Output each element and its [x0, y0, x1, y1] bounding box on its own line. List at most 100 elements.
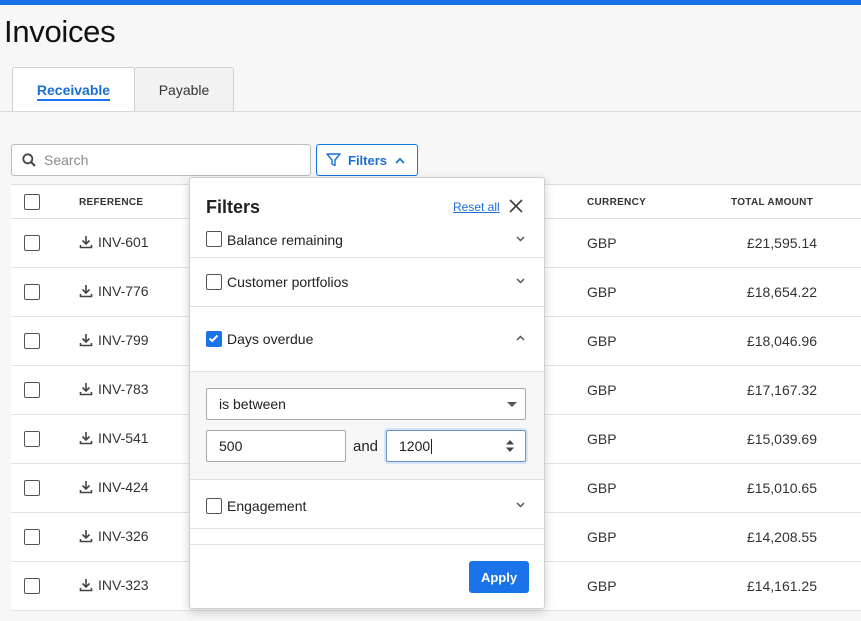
- select-all-checkbox[interactable]: [24, 194, 40, 210]
- invoice-reference: INV-326: [98, 528, 149, 544]
- row-checkbox[interactable]: [24, 431, 40, 447]
- filter-engagement[interactable]: Engagement: [190, 480, 544, 529]
- row-checkbox[interactable]: [24, 480, 40, 496]
- filter-customer-portfolios[interactable]: Customer portfolios: [190, 258, 544, 307]
- chevron-down-icon[interactable]: [516, 278, 525, 284]
- invoice-reference-link[interactable]: INV-326: [79, 528, 149, 544]
- filters-panel: Filters Reset all Balance remaining Cust…: [189, 177, 545, 609]
- invoice-total-amount: £14,161.25: [746, 578, 817, 594]
- days-overdue-operator-select[interactable]: is between: [206, 388, 526, 420]
- tab-receivable-label: Receivable: [36, 82, 111, 98]
- tab-receivable[interactable]: Receivable: [12, 67, 135, 112]
- customer-portfolios-checkbox[interactable]: [206, 274, 222, 290]
- days-overdue-options: is between 500 and 1200: [190, 372, 544, 480]
- invoice-reference-link[interactable]: INV-601: [79, 234, 149, 250]
- chevron-up-icon: [395, 157, 405, 164]
- invoice-currency: GBP: [587, 480, 617, 496]
- top-accent-bar: [0, 0, 861, 5]
- row-checkbox[interactable]: [24, 333, 40, 349]
- invoice-total-amount: £15,039.69: [746, 431, 817, 447]
- chevron-down-icon[interactable]: [516, 502, 525, 508]
- invoice-reference: INV-424: [98, 479, 149, 495]
- download-icon[interactable]: [79, 235, 93, 249]
- range-joiner-label: and: [353, 438, 379, 455]
- page-title: Invoices: [4, 14, 116, 49]
- close-icon[interactable]: [507, 197, 525, 215]
- tab-bar: Receivable Payable: [12, 67, 234, 112]
- invoice-reference: INV-799: [98, 332, 149, 348]
- column-header-total-amount[interactable]: TOTAL AMOUNT: [731, 197, 813, 208]
- invoice-reference-link[interactable]: INV-783: [79, 381, 149, 397]
- row-checkbox[interactable]: [24, 578, 40, 594]
- engagement-checkbox[interactable]: [206, 498, 222, 514]
- invoice-currency: GBP: [587, 382, 617, 398]
- search-icon: [22, 153, 36, 167]
- column-header-currency[interactable]: CURRENCY: [587, 197, 646, 208]
- days-overdue-max-input[interactable]: 1200: [384, 428, 528, 464]
- invoice-reference: INV-323: [98, 577, 149, 593]
- filters-panel-title: Filters: [206, 197, 261, 217]
- tab-payable-label: Payable: [158, 82, 210, 98]
- days-overdue-label: Days overdue: [227, 331, 314, 347]
- days-overdue-min-input[interactable]: 500: [206, 430, 346, 462]
- days-overdue-checkbox[interactable]: [206, 331, 222, 347]
- search-input[interactable]: [44, 152, 294, 168]
- dropdown-arrow-icon: [507, 402, 517, 407]
- filter-icon: [326, 153, 341, 167]
- invoice-reference-link[interactable]: INV-776: [79, 283, 149, 299]
- invoice-total-amount: £18,046.96: [746, 333, 817, 349]
- filters-panel-footer: Apply: [190, 544, 544, 608]
- checkmark-icon: [208, 334, 219, 343]
- download-icon[interactable]: [79, 578, 93, 592]
- invoice-currency: GBP: [587, 431, 617, 447]
- invoice-total-amount: £17,167.32: [746, 382, 817, 398]
- download-icon[interactable]: [79, 431, 93, 445]
- invoice-reference-link[interactable]: INV-424: [79, 479, 149, 495]
- filters-button-label: Filters: [348, 152, 388, 168]
- invoice-total-amount: £14,208.55: [746, 529, 817, 545]
- text-caret: [431, 438, 433, 454]
- invoice-total-amount: £21,595.14: [746, 235, 817, 251]
- balance-remaining-label: Balance remaining: [227, 232, 343, 248]
- invoice-reference-link[interactable]: INV-323: [79, 577, 149, 593]
- invoice-currency: GBP: [587, 235, 617, 251]
- customer-portfolios-label: Customer portfolios: [227, 274, 349, 290]
- download-icon[interactable]: [79, 382, 93, 396]
- row-checkbox[interactable]: [24, 529, 40, 545]
- invoice-currency: GBP: [587, 529, 617, 545]
- row-checkbox[interactable]: [24, 235, 40, 251]
- invoice-reference: INV-601: [98, 234, 149, 250]
- chevron-down-icon[interactable]: [516, 236, 525, 242]
- min-value: 500: [219, 438, 243, 454]
- tab-payable[interactable]: Payable: [134, 67, 234, 112]
- tabs-divider: [0, 111, 861, 112]
- filter-balance-remaining[interactable]: Balance remaining: [190, 225, 544, 258]
- download-icon[interactable]: [79, 284, 93, 298]
- invoice-reference: INV-541: [98, 430, 149, 446]
- column-header-reference[interactable]: REFERENCE: [79, 197, 143, 208]
- invoice-reference-link[interactable]: INV-541: [79, 430, 149, 446]
- engagement-label: Engagement: [227, 498, 307, 514]
- invoice-reference: INV-783: [98, 381, 149, 397]
- row-checkbox[interactable]: [24, 382, 40, 398]
- download-icon[interactable]: [79, 333, 93, 347]
- filters-scroll-area[interactable]: Balance remaining Customer portfolios Da…: [190, 225, 544, 545]
- filter-days-overdue[interactable]: Days overdue: [190, 307, 544, 372]
- invoice-currency: GBP: [587, 333, 617, 349]
- filters-button[interactable]: Filters: [316, 144, 418, 176]
- chevron-up-icon[interactable]: [516, 335, 525, 341]
- balance-remaining-checkbox[interactable]: [206, 231, 222, 247]
- search-box: [11, 144, 311, 176]
- row-checkbox[interactable]: [24, 284, 40, 300]
- download-icon[interactable]: [79, 480, 93, 494]
- download-icon[interactable]: [79, 529, 93, 543]
- invoice-reference-link[interactable]: INV-799: [79, 332, 149, 348]
- number-stepper-icon[interactable]: [505, 439, 515, 453]
- reset-all-link[interactable]: Reset all: [453, 200, 500, 214]
- apply-button[interactable]: Apply: [469, 561, 529, 593]
- invoice-reference: INV-776: [98, 283, 149, 299]
- invoice-total-amount: £18,654.22: [746, 284, 817, 300]
- invoice-currency: GBP: [587, 578, 617, 594]
- invoice-currency: GBP: [587, 284, 617, 300]
- operator-selected-value: is between: [219, 396, 286, 412]
